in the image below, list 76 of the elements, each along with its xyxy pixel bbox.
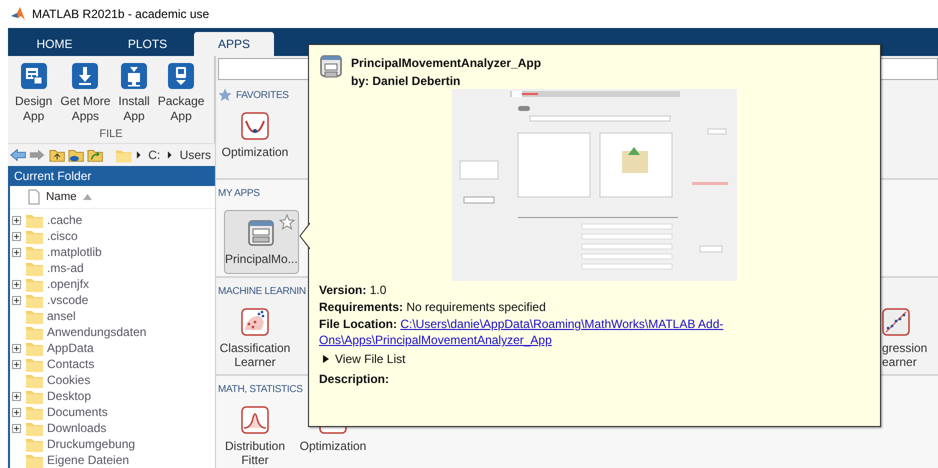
panel-title: Current Folder: [10, 166, 215, 186]
breadcrumb-arrow-icon: [167, 151, 173, 159]
expand-plus-icon[interactable]: [12, 248, 21, 256]
folder-name[interactable]: Contacts: [47, 357, 94, 371]
expand-plus-icon[interactable]: [12, 392, 21, 400]
folder-name[interactable]: Downloads: [47, 421, 106, 435]
folder-name[interactable]: AppData: [47, 341, 94, 355]
author-text: by: Daniel Debertin: [351, 74, 462, 88]
folder-up-icon[interactable]: [48, 147, 65, 163]
folder-name[interactable]: .cache: [47, 213, 82, 227]
scatter-cluster-icon: [241, 308, 269, 336]
expand-plus-icon[interactable]: [12, 296, 21, 304]
info-line: Version: 1.0: [319, 282, 388, 298]
app-button[interactable]: gression earner: [882, 308, 938, 369]
folder-name[interactable]: Cookies: [47, 373, 90, 387]
toolstrip-button[interactable]: Design App: [14, 62, 54, 124]
star-icon: [218, 88, 232, 102]
expand-plus-icon[interactable]: [12, 280, 21, 288]
folder-name[interactable]: ansel: [47, 309, 76, 323]
app-layout-icon: [20, 62, 48, 90]
window-title: MATLAB R2021b - academic use: [32, 7, 210, 21]
back-arrow-icon[interactable]: [10, 148, 26, 162]
folder-name[interactable]: Eigene Dateien: [47, 453, 130, 467]
ribbon-tab[interactable]: APPS: [194, 32, 274, 56]
folder-name[interactable]: Druckumgebung: [47, 437, 136, 451]
info-line: Requirements: No requirements specified: [319, 299, 547, 315]
app-title: PrincipalMovementAnalyzer_App: [351, 56, 542, 70]
app-button[interactable]: Classification Learner: [216, 308, 294, 369]
folder-name[interactable]: Desktop: [47, 389, 92, 403]
folder-name[interactable]: .matplotlib: [47, 245, 102, 259]
favorite-star-icon[interactable]: [278, 214, 295, 230]
sort-ascending-icon: [82, 194, 92, 200]
folder-name[interactable]: .vscode: [47, 293, 88, 307]
folder-name[interactable]: Documents: [47, 405, 108, 419]
section-label: FILE: [98, 128, 124, 142]
app-button[interactable]: PrincipalMo...: [224, 210, 299, 274]
section-header: MATH, STATISTICS: [218, 384, 303, 394]
folder-name[interactable]: .openjfx: [47, 277, 90, 291]
section-header: MACHINE LEARNIN: [218, 286, 306, 296]
folder-arrow-icon[interactable]: [87, 147, 104, 163]
breadcrumb-arrow-icon: [136, 151, 142, 159]
path-segment[interactable]: Users: [180, 148, 212, 162]
expand-plus-icon[interactable]: [12, 424, 21, 432]
scatter-line-icon: [882, 308, 910, 336]
expand-plus-icon[interactable]: [12, 216, 21, 224]
app-button[interactable]: Distribution Fitter: [216, 406, 294, 467]
matlab-logo-icon: [10, 6, 26, 22]
folder-name[interactable]: .ms-ad: [47, 261, 84, 275]
file-list-expander[interactable]: View File List: [323, 352, 870, 366]
bell-curve-icon: [241, 406, 269, 434]
app-window-icon: [247, 218, 276, 246]
expand-plus-icon[interactable]: [12, 408, 21, 416]
path-segment[interactable]: C:: [148, 148, 160, 162]
section-header: MY APPS: [218, 188, 260, 198]
collapsed-triangle-icon: [323, 355, 329, 363]
install-icon: [120, 62, 148, 90]
folder-name[interactable]: Anwendungsdaten: [47, 325, 146, 339]
expand-plus-icon[interactable]: [12, 360, 21, 368]
folder-name[interactable]: .cisco: [47, 229, 78, 243]
ribbon-tab[interactable]: PLOTS: [101, 32, 194, 56]
app-window-icon: [319, 54, 343, 78]
toolstrip-button[interactable]: Get More Apps: [59, 62, 112, 124]
section-header: FAVORITES: [236, 90, 289, 100]
toolstrip-button[interactable]: Install App: [117, 62, 151, 124]
expand-plus-icon[interactable]: [12, 232, 21, 240]
app-button[interactable]: Optimization: [216, 112, 294, 159]
column-header[interactable]: Name: [46, 191, 77, 203]
download-icon: [71, 62, 100, 90]
folder-cloud-icon[interactable]: [68, 147, 84, 163]
toolstrip-button[interactable]: Package App: [156, 62, 206, 124]
file-location-text[interactable]: File Location: C:\Users\danie\AppData\Roaming\MathWorks\MATLAB Add-Ons\Apps\PrincipalMovementAnalyzer_App: [319, 316, 870, 348]
ribbon-tab[interactable]: HOME: [8, 32, 101, 56]
field-label: Description:: [319, 372, 390, 386]
package-icon: [167, 62, 196, 90]
file-icon: [28, 189, 40, 205]
expand-plus-icon[interactable]: [12, 344, 21, 352]
